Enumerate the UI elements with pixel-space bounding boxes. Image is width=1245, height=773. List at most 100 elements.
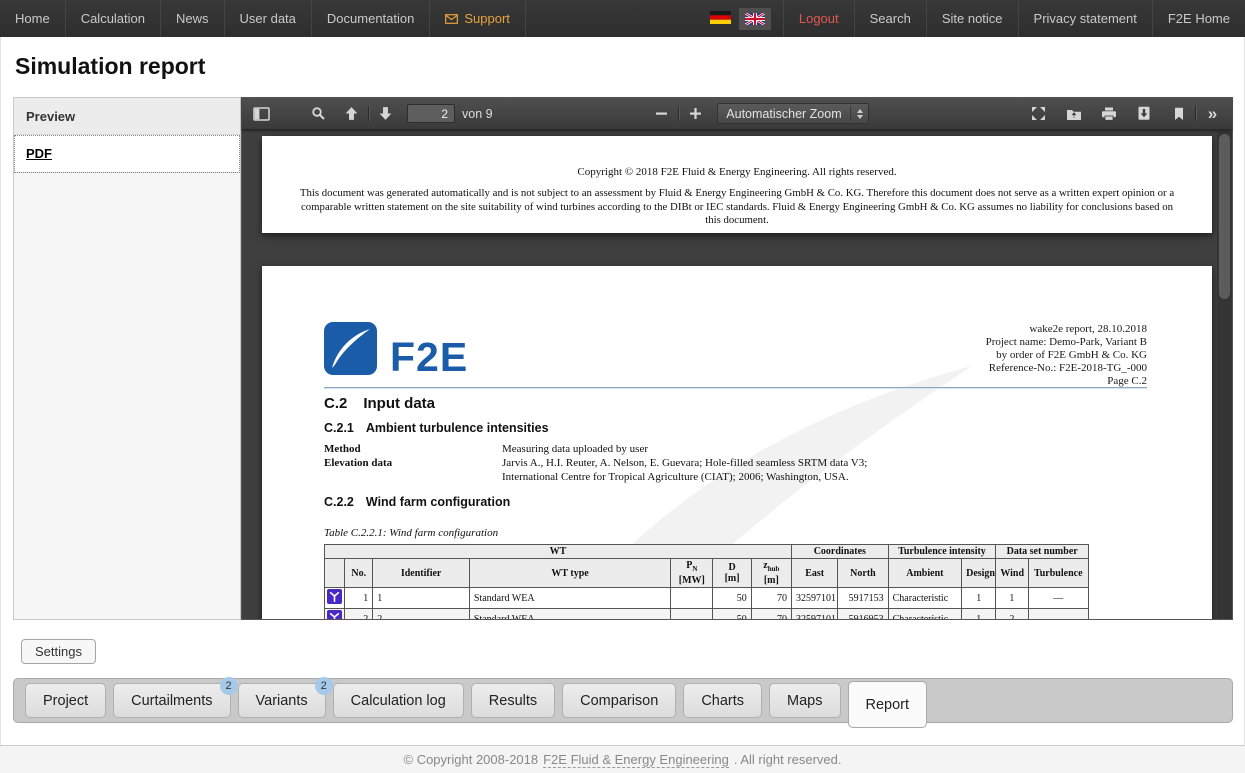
language-switcher (698, 0, 783, 37)
bookmark-icon (1173, 107, 1185, 121)
section-ambient-turbulence: C.2.1Ambient turbulence intensities (324, 421, 549, 435)
pdf-viewer: von 9 Automatischer Zoom (241, 97, 1233, 620)
nav-logout[interactable]: Logout (783, 0, 855, 37)
main-content: Simulation report Preview PDF vo (0, 37, 1245, 745)
col-zhub: zhub [m] (751, 559, 791, 588)
toolbar-separator (368, 106, 369, 121)
wind-turbine-icon (327, 610, 342, 619)
arrow-up-icon (344, 106, 359, 121)
report-date: wake2e report, 28.10.2018 (986, 323, 1147, 336)
minus-icon (655, 107, 668, 120)
zoom-out-button[interactable] (648, 102, 675, 126)
col-turbulence: Turbulence (1028, 559, 1088, 588)
group-data-set-number: Data set number (996, 545, 1089, 559)
project-name: Project name: Demo-Park, Variant B (986, 336, 1147, 349)
wind-farm-table: WT Coordinates Turbulence intensity Data… (324, 544, 1089, 619)
fullscreen-icon (1031, 106, 1046, 121)
sidebar-toggle-icon (253, 107, 270, 121)
page-number-input[interactable] (407, 104, 455, 123)
pdf-link[interactable]: PDF (26, 146, 52, 161)
toolbar-separator (1195, 106, 1196, 121)
open-file-button[interactable] (1060, 102, 1087, 126)
download-button[interactable] (1130, 102, 1157, 126)
page-title: Simulation report (15, 53, 205, 80)
previous-page-button[interactable] (338, 102, 365, 126)
find-button[interactable] (305, 102, 332, 126)
zoom-in-button[interactable] (682, 102, 709, 126)
select-spinner-icon (850, 106, 863, 121)
pdf-scrollbar-thumb[interactable] (1219, 134, 1230, 299)
col-north: North (838, 559, 888, 588)
page1-copyright: Copyright © 2018 F2E Fluid & Energy Engi… (262, 166, 1212, 178)
footer-copyright-prefix: © Copyright 2008-2018 (404, 752, 539, 767)
pdf-pages-area: Copyright © 2018 F2E Fluid & Energy Engi… (242, 131, 1232, 619)
tab-project[interactable]: Project (25, 683, 106, 718)
tab-results[interactable]: Results (471, 683, 555, 718)
page1-disclaimer: This document was generated automaticall… (292, 187, 1182, 228)
print-button[interactable] (1095, 102, 1122, 126)
plus-icon (689, 107, 702, 120)
nav-f2e-home[interactable]: F2E Home (1153, 0, 1245, 37)
pdf-scrollbar (1217, 131, 1232, 619)
nav-calculation[interactable]: Calculation (66, 0, 161, 37)
pdf-page-2: F2E wake2e report, 28.10.2018 Project na… (262, 266, 1212, 619)
pdf-page-1: Copyright © 2018 F2E Fluid & Energy Engi… (262, 136, 1212, 233)
variants-count-badge: 2 (315, 677, 333, 695)
zoom-level-select[interactable]: Automatischer Zoom (717, 103, 869, 124)
tab-curtailments[interactable]: Curtailments 2 (113, 683, 230, 718)
page-footer: © Copyright 2008-2018 F2E Fluid & Energy… (0, 745, 1245, 773)
col-wind: Wind (996, 559, 1028, 588)
sidebar-item-pdf[interactable]: PDF (14, 135, 240, 173)
settings-button[interactable]: Settings (21, 639, 96, 664)
col-icon (325, 559, 345, 588)
tab-report[interactable]: Report (848, 681, 928, 728)
nav-news[interactable]: News (161, 0, 225, 37)
current-view-button[interactable] (1165, 102, 1192, 126)
next-page-button[interactable] (372, 102, 399, 126)
col-east: East (792, 559, 838, 588)
group-turbulence-intensity: Turbulence intensity (888, 545, 996, 559)
open-folder-icon (1066, 107, 1082, 121)
section-input-data: C.2Input data (324, 395, 435, 412)
group-coordinates: Coordinates (792, 545, 889, 559)
nav-documentation[interactable]: Documentation (312, 0, 430, 37)
col-pn: PN [MW] (671, 559, 713, 588)
toolbar-separator (678, 106, 679, 121)
presentation-mode-button[interactable] (1025, 102, 1052, 126)
tab-calculation-log[interactable]: Calculation log (333, 683, 464, 718)
nav-search[interactable]: Search (855, 0, 927, 37)
pdf-toolbar: von 9 Automatischer Zoom (242, 98, 1232, 130)
nav-home[interactable]: Home (0, 0, 66, 37)
tab-comparison[interactable]: Comparison (562, 683, 676, 718)
group-wt: WT (325, 545, 792, 559)
result-tabs: Project Curtailments 2 Variants 2 Calcul… (13, 678, 1233, 723)
report-sidebar: Preview PDF (13, 97, 241, 620)
col-wt-type: WT type (469, 559, 670, 588)
tab-charts[interactable]: Charts (683, 683, 762, 718)
nav-support[interactable]: Support (430, 0, 526, 37)
nav-privacy-statement[interactable]: Privacy statement (1019, 0, 1153, 37)
table-row: 2 2 Standard WEA 50 70 32597101 5916953 … (325, 609, 1089, 620)
english-flag-selected[interactable] (739, 8, 771, 30)
method-label: Method (324, 443, 361, 455)
f2e-logo-text: F2E (390, 341, 468, 375)
table-row: 1 1 Standard WEA 50 70 32597101 5917153 … (325, 588, 1089, 609)
tab-variants[interactable]: Variants 2 (238, 683, 326, 718)
sidebar-toggle-button[interactable] (248, 102, 275, 126)
envelope-icon (445, 14, 458, 24)
sidebar-header-preview: Preview (14, 98, 240, 135)
nav-user-data[interactable]: User data (225, 0, 312, 37)
elevation-label: Elevation data (324, 457, 392, 469)
method-value: Measuring data uploaded by user (502, 443, 648, 457)
footer-company-link[interactable]: F2E Fluid & Energy Engineering (543, 752, 729, 768)
footer-copyright-suffix: . All right reserved. (734, 752, 842, 767)
curtailments-count-badge: 2 (220, 677, 238, 695)
col-d: D [m] (713, 559, 751, 588)
nav-site-notice[interactable]: Site notice (927, 0, 1019, 37)
double-chevron-right-icon: » (1208, 105, 1217, 122)
tab-maps[interactable]: Maps (769, 683, 840, 718)
arrow-down-icon (378, 106, 393, 121)
header-rule (324, 387, 1147, 388)
german-flag-icon[interactable] (710, 11, 731, 27)
more-tools-button[interactable]: » (1199, 102, 1226, 126)
